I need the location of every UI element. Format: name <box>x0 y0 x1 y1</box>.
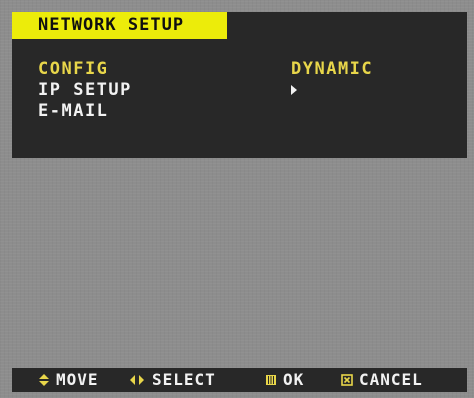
menu-item-config[interactable]: CONFIG DYNAMIC <box>38 59 458 79</box>
arrow-right-icon <box>291 85 297 95</box>
up-down-arrows-icon <box>39 374 49 386</box>
hint-label: OK <box>283 370 305 389</box>
hint-label: CANCEL <box>359 370 423 389</box>
cancel-button-icon <box>341 374 353 386</box>
menu-item-ip-setup[interactable]: IP SETUP <box>38 80 458 100</box>
ok-button-icon <box>266 375 276 385</box>
screen: NETWORK SETUP CONFIG DYNAMIC IP SETUP E-… <box>0 0 474 398</box>
hint-label: SELECT <box>152 370 216 389</box>
key-hint-bar: MOVE SELECT OK CANCEL <box>12 368 467 392</box>
menu-item-label: E-MAIL <box>38 101 109 121</box>
menu-item-e-mail[interactable]: E-MAIL <box>38 101 458 121</box>
menu-item-label: IP SETUP <box>38 80 132 100</box>
hint-label: MOVE <box>56 370 99 389</box>
left-right-arrows-icon <box>130 375 144 385</box>
network-setup-menu: NETWORK SETUP CONFIG DYNAMIC IP SETUP E-… <box>12 12 467 158</box>
config-mode-value[interactable]: DYNAMIC <box>291 59 373 79</box>
menu-item-label: CONFIG <box>38 59 109 79</box>
submenu-entry[interactable] <box>291 80 297 100</box>
menu-title: NETWORK SETUP <box>12 12 227 39</box>
